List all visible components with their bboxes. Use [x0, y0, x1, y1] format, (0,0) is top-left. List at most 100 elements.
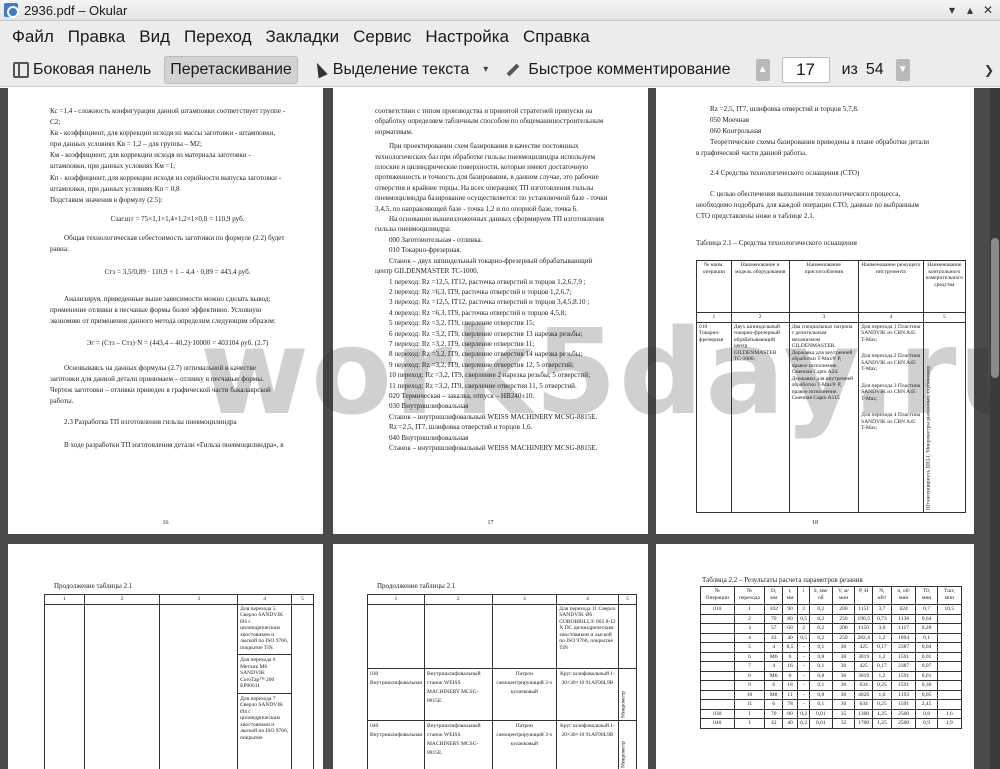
table-cell: 5	[733, 642, 766, 653]
table-cell: 624	[890, 604, 917, 615]
table-cell: 3,7	[871, 604, 892, 615]
table-cell	[936, 632, 963, 643]
page-text: Кс =1,4 - сложность конфигурации данной …	[50, 107, 286, 450]
menu-file[interactable]: Файл	[5, 27, 61, 47]
table-cell: 2	[797, 604, 811, 615]
table-cell: 4	[764, 661, 783, 672]
table-cell: 2,45	[915, 699, 938, 710]
table-cell	[700, 623, 735, 634]
table-cell: 3019	[854, 670, 873, 681]
table-cell: 1,2	[871, 632, 892, 643]
document-page-21: Таблица 2.2 – Результаты расчета парамет…	[656, 544, 974, 769]
menu-tools[interactable]: Сервис	[346, 27, 418, 47]
table-cell: 80	[781, 708, 799, 719]
column-header: № перехода	[733, 586, 766, 605]
menu-bookmarks[interactable]: Закладки	[259, 27, 347, 47]
menu-help[interactable]: Справка	[516, 27, 597, 47]
table-cell: 6	[781, 670, 799, 681]
table-row: 6 M6 6-0,8 30 3019 1,2 1591 0,01	[700, 651, 963, 662]
window-controls: ▾ ▴ ✕	[944, 2, 996, 18]
table-cell: 2387	[890, 642, 917, 653]
maximize-icon[interactable]: ▴	[962, 2, 978, 18]
table-cell: 425	[854, 661, 873, 672]
table-cell: 35	[831, 718, 856, 729]
quick-annotation-button[interactable]: Быстрое комментирование	[501, 56, 735, 84]
table-cell: 2	[797, 623, 811, 634]
next-page-icon[interactable]: ▼	[895, 58, 910, 81]
column-header: N, кВт	[871, 586, 892, 605]
table-cell: -	[797, 670, 811, 681]
table-cell: 0,5	[797, 632, 811, 643]
menu-settings[interactable]: Настройка	[418, 27, 516, 47]
text-selection-button[interactable]: Выделение текста ▾	[306, 56, 494, 84]
table-cell: 0,2	[809, 632, 833, 643]
document-page-19: Продолжение таблицы 2.1 1 2 3 4 5 Для пе…	[8, 544, 323, 769]
table-cell	[936, 689, 963, 700]
table-cell: 2500	[890, 708, 917, 719]
table-cell: 4026	[854, 689, 873, 700]
previous-page-icon[interactable]: ▲	[755, 58, 770, 81]
menu-edit[interactable]: Правка	[61, 27, 132, 47]
table-cell: 30	[831, 661, 856, 672]
table-cell	[700, 613, 735, 624]
page-number: 17	[487, 520, 494, 526]
table-cell: 030	[700, 708, 735, 719]
table-cell: 0,8	[915, 708, 938, 719]
table-cell: -	[797, 661, 811, 672]
table-cell: 0,07	[915, 661, 938, 672]
table-cell: 30	[831, 651, 856, 662]
minimize-icon[interactable]: ▾	[944, 2, 960, 18]
table-cell: 0,8	[809, 670, 833, 681]
close-icon[interactable]: ✕	[980, 2, 996, 18]
scrollbar-thumb[interactable]	[991, 238, 999, 378]
table-cell: 1,9	[936, 718, 963, 729]
vertical-scrollbar[interactable]	[990, 88, 1000, 769]
table-cell: 2387	[890, 661, 917, 672]
table-cell: 1700	[854, 718, 873, 729]
table-row: 9 6 18-0,1 30 634 0,25 1591 0,36	[700, 680, 963, 691]
okular-app-icon	[4, 3, 19, 18]
table-cell: 70	[764, 613, 783, 624]
table-cell: 0,2	[797, 708, 811, 719]
menu-go[interactable]: Переход	[177, 27, 259, 47]
table-cell	[936, 699, 963, 710]
table-cell: 30	[831, 670, 856, 681]
drag-mode-label: Перетаскивание	[170, 60, 292, 78]
chevron-down-icon[interactable]: ▾	[483, 64, 488, 75]
table-cell	[936, 651, 963, 662]
table-cell: 0,01	[809, 708, 833, 719]
table-cell: -	[797, 651, 811, 662]
table-cell: 30	[831, 642, 856, 653]
table-cell: 282,4	[854, 632, 873, 643]
sidebar-toggle-button[interactable]: Боковая панель	[8, 56, 156, 84]
table-cell: 0,01	[915, 651, 938, 662]
table-cell: -	[797, 699, 811, 710]
table-cell: 16	[781, 661, 799, 672]
table-cell: -	[797, 689, 811, 700]
continuation-table: 1 2 3 4 5 Для перехода 11 Сверло SANDVIK…	[367, 594, 638, 769]
toolbar-overflow-icon[interactable]: ❯	[984, 63, 994, 77]
page-number-input[interactable]: 17	[781, 56, 830, 83]
table-cell: 0,2	[797, 718, 811, 729]
menu-view[interactable]: Вид	[132, 27, 177, 47]
table-cell: 0,9	[915, 718, 938, 729]
window-title: 2936.pdf – Okular	[24, 2, 128, 18]
table-cell: M8	[764, 689, 783, 700]
table-cell	[700, 680, 735, 691]
table-cell: 0,1	[809, 699, 833, 710]
table-cell: 425	[854, 642, 873, 653]
table-cell: 1	[733, 708, 766, 719]
table-cell	[700, 689, 735, 700]
table-cell: -	[797, 642, 811, 653]
table-cell: 0,25	[871, 680, 892, 691]
sto-table: № наим. операции Наименование и модель о…	[696, 260, 967, 513]
document-view[interactable]: Кс =1,4 - сложность конфигурации данной …	[0, 88, 1000, 769]
table-row: 5 4 8,5-0,1 30 425 0,17 2387 0,04	[700, 642, 963, 653]
drag-mode-button[interactable]: Перетаскивание	[164, 55, 298, 84]
table-cell: 200	[831, 623, 856, 634]
table-cell: 0,36	[915, 680, 938, 691]
table-cell: 35	[831, 708, 856, 719]
table-cell: 1894	[890, 632, 917, 643]
table-cell: 1,6	[936, 708, 963, 719]
table-cell: 634	[854, 680, 873, 691]
